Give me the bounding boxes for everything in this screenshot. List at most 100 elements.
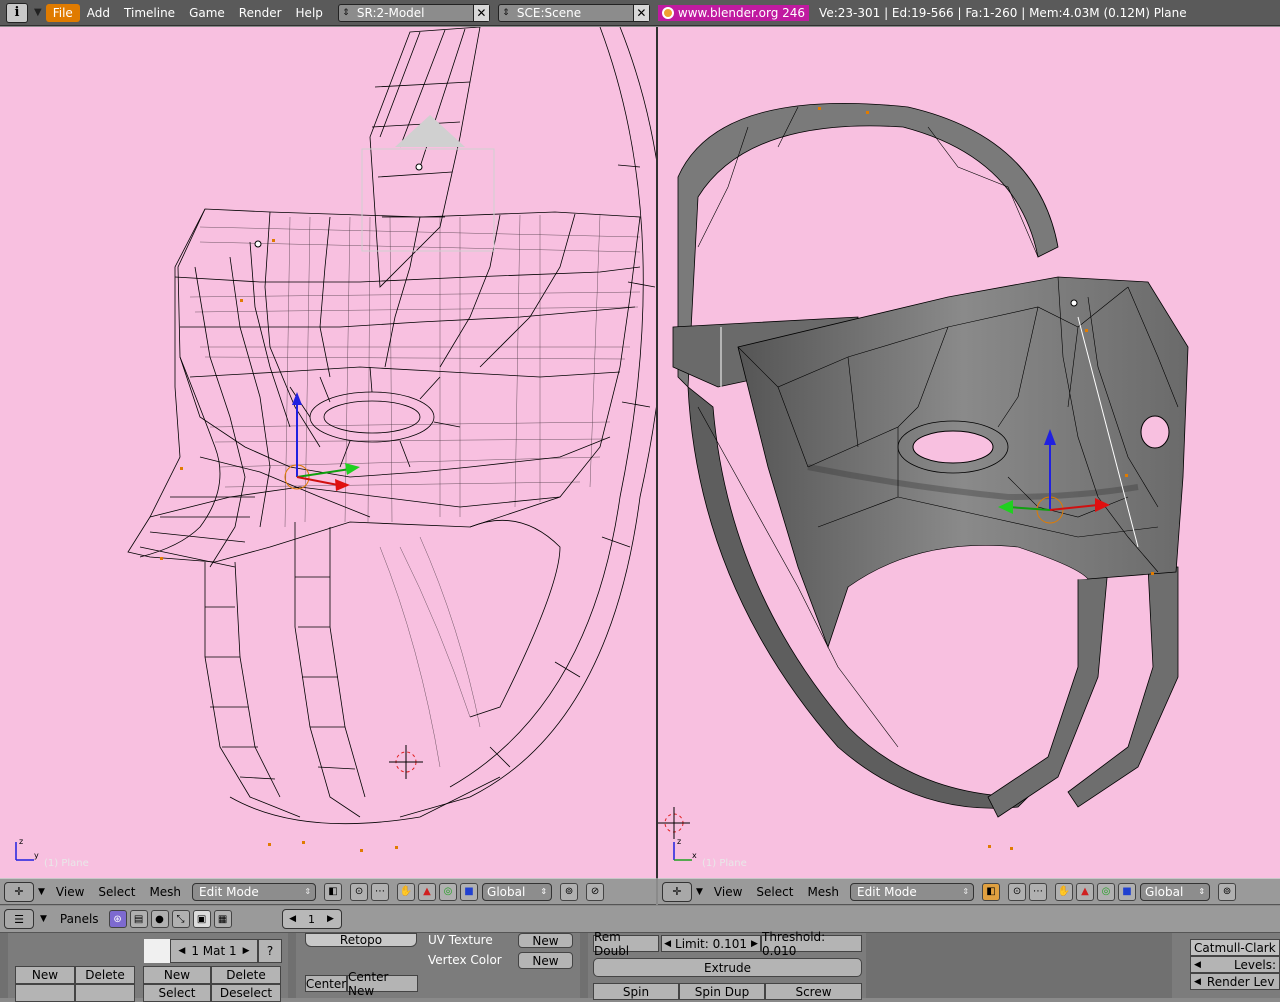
logic-context-icon[interactable]: ⊛: [108, 910, 127, 928]
layers-icon[interactable]: ⋯: [1029, 882, 1048, 901]
rotate-manipulator-icon[interactable]: ▲: [418, 882, 437, 901]
uv-texture-new-button[interactable]: New: [518, 933, 573, 948]
extrude-button[interactable]: Extrude: [593, 958, 862, 977]
editing-context-icon[interactable]: ▣: [192, 910, 211, 928]
material-select-button[interactable]: Select: [143, 984, 211, 1002]
vertex-group-delete-button[interactable]: Delete: [75, 966, 135, 984]
render-levels-field[interactable]: ◀ Render Lev: [1190, 973, 1280, 990]
3d-viewport-right[interactable]: z x (1) Plane: [658, 27, 1280, 878]
draw-type-icon[interactable]: ◧: [982, 882, 1001, 901]
pivot-icon[interactable]: ⊙: [1008, 882, 1027, 901]
material-new-button[interactable]: New: [143, 966, 211, 984]
collapse-chevron-icon[interactable]: ▼: [38, 887, 45, 897]
menu-view[interactable]: View: [707, 885, 749, 899]
editor-type-icon[interactable]: ☰: [4, 909, 34, 929]
hand-grab-icon[interactable]: ✋: [397, 882, 416, 901]
material-index-value[interactable]: 1 Mat 1: [191, 944, 236, 958]
orientation-select[interactable]: Global ⇕: [482, 882, 553, 901]
retopo-toggle[interactable]: Retopo: [305, 933, 417, 947]
menu-render[interactable]: Render: [232, 4, 289, 22]
screen-name[interactable]: SR:2-Model: [353, 6, 473, 20]
info-window-icon[interactable]: i: [6, 2, 28, 23]
orientation-select[interactable]: Global ⇕: [1140, 882, 1211, 901]
material-deselect-button[interactable]: Deselect: [211, 984, 281, 1002]
spin-dup-button[interactable]: Spin Dup: [679, 983, 765, 1000]
up-down-arrows-icon[interactable]: ⇕: [499, 8, 513, 18]
snap-icon[interactable]: ⊘: [586, 882, 605, 901]
remove-doubles-button[interactable]: Rem Doubl: [593, 930, 659, 958]
hand-grab-icon[interactable]: ✋: [1055, 882, 1074, 901]
material-color-swatch[interactable]: [144, 939, 170, 963]
proportional-edit-icon[interactable]: ⊚: [560, 882, 579, 901]
material-delete-button[interactable]: Delete: [211, 966, 281, 984]
scene-name[interactable]: SCE:Scene: [513, 6, 633, 20]
menu-mesh[interactable]: Mesh: [800, 885, 846, 899]
screw-button[interactable]: Screw: [765, 983, 862, 1000]
menu-select[interactable]: Select: [91, 885, 142, 899]
collapse-chevron-icon[interactable]: ▼: [696, 887, 703, 897]
object-context-icon[interactable]: ⤡: [171, 910, 190, 928]
scale-manipulator-icon[interactable]: ◎: [1097, 882, 1116, 901]
arrow-left-icon[interactable]: ◀: [1194, 977, 1201, 987]
limit-value[interactable]: Limit: 0.101: [675, 937, 747, 951]
spin-button[interactable]: Spin: [593, 983, 679, 1000]
rotate-manipulator-icon[interactable]: ▲: [1076, 882, 1095, 901]
collapse-menu-chevron-icon[interactable]: ▼: [34, 7, 42, 18]
levels-label[interactable]: Levels:: [1234, 958, 1276, 972]
vertex-color-new-button[interactable]: New: [518, 952, 573, 969]
close-scene-icon[interactable]: ✕: [632, 4, 649, 21]
scene-selector[interactable]: ⇕ SCE:Scene ✕: [497, 3, 650, 22]
pivot-icon[interactable]: ⊙: [350, 882, 369, 901]
material-index-field[interactable]: ◀ 1 Mat 1 ▶: [170, 939, 258, 963]
translate-manipulator-icon[interactable]: ■: [460, 882, 479, 901]
layers-icon[interactable]: ⋯: [371, 882, 390, 901]
proportional-edit-icon[interactable]: ⊚: [1218, 882, 1237, 901]
menu-mesh[interactable]: Mesh: [142, 885, 188, 899]
mode-select[interactable]: Edit Mode ⇕: [850, 882, 975, 901]
screen-selector[interactable]: ⇕ SR:2-Model ✕: [337, 3, 490, 22]
menu-timeline[interactable]: Timeline: [117, 4, 182, 22]
subsurf-type-select[interactable]: Catmull-Clark: [1190, 939, 1280, 956]
menu-select[interactable]: Select: [749, 885, 800, 899]
limit-field[interactable]: ◀ Limit: 0.101 ▶: [661, 935, 761, 952]
script-context-icon[interactable]: ▤: [129, 910, 148, 928]
center-new-button[interactable]: Center New: [347, 970, 418, 998]
draw-type-icon[interactable]: ◧: [324, 882, 343, 901]
menu-file[interactable]: File: [45, 3, 80, 22]
mode-select[interactable]: Edit Mode ⇕: [192, 882, 317, 901]
arrow-right-icon[interactable]: ▶: [243, 946, 250, 956]
close-screen-icon[interactable]: ✕: [472, 4, 489, 21]
arrow-left-icon[interactable]: ◀: [1191, 960, 1201, 970]
scene-context-icon[interactable]: ▦: [213, 910, 232, 928]
frame-number-field[interactable]: ◀ 1 ▶: [281, 909, 342, 929]
collapse-chevron-icon[interactable]: ▼: [40, 914, 47, 924]
3d-viewport-left[interactable]: z y (1) Plane: [0, 27, 656, 878]
up-down-arrows-icon[interactable]: ⇕: [339, 8, 353, 18]
menu-game[interactable]: Game: [182, 4, 232, 22]
panels-menu[interactable]: Panels: [53, 912, 106, 926]
vertex-group-row-2a[interactable]: [15, 984, 75, 1002]
arrow-right-icon[interactable]: ▶: [751, 939, 758, 949]
translate-manipulator-icon[interactable]: ■: [1118, 882, 1137, 901]
arrow-right-icon[interactable]: ▶: [327, 914, 334, 924]
orientation-value[interactable]: Global: [1145, 885, 1183, 899]
editor-type-icon[interactable]: ✛: [662, 881, 692, 902]
menu-add[interactable]: Add: [80, 4, 117, 22]
material-help-button[interactable]: ?: [258, 939, 282, 963]
threshold-field[interactable]: Threshold: 0.010: [761, 930, 862, 958]
menu-view[interactable]: View: [49, 885, 91, 899]
levels-field[interactable]: ◀ Levels:: [1190, 956, 1280, 973]
shading-context-icon[interactable]: ●: [150, 910, 169, 928]
scale-manipulator-icon[interactable]: ◎: [439, 882, 458, 901]
center-button[interactable]: Center: [305, 975, 347, 992]
vertex-group-row-2b[interactable]: [75, 984, 135, 1002]
menu-help[interactable]: Help: [289, 4, 330, 22]
vertex-group-new-button[interactable]: New: [15, 966, 75, 984]
arrow-left-icon[interactable]: ◀: [289, 914, 296, 924]
mode-value[interactable]: Edit Mode: [199, 885, 259, 899]
arrow-left-icon[interactable]: ◀: [664, 939, 671, 949]
editor-type-icon[interactable]: ✛: [4, 881, 34, 902]
arrow-left-icon[interactable]: ◀: [178, 946, 185, 956]
orientation-value[interactable]: Global: [487, 885, 525, 899]
frame-number-value[interactable]: 1: [296, 913, 327, 926]
